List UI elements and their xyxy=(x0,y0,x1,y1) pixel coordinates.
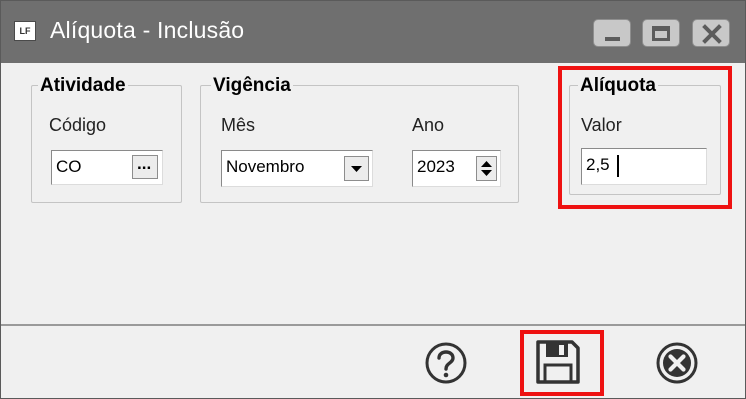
ellipsis-icon: ... xyxy=(137,154,152,173)
form-area: Atividade Código CO ... Vigência Mês Nov… xyxy=(1,63,745,324)
spin-arrows-icon xyxy=(481,161,492,176)
title-bar[interactable]: LF Alíquota - Inclusão xyxy=(1,1,745,63)
footer-toolbar xyxy=(1,324,745,398)
atividade-group-title: Atividade xyxy=(38,75,128,97)
codigo-value: CO xyxy=(56,157,82,176)
minimize-button[interactable] xyxy=(593,19,631,47)
vigencia-group: Vigência Mês Novembro Ano 2023 xyxy=(200,75,519,203)
save-highlight xyxy=(520,330,604,396)
cancel-button[interactable] xyxy=(654,340,700,386)
help-button[interactable] xyxy=(423,340,469,386)
mes-label: Mês xyxy=(221,115,256,135)
ano-spinner[interactable]: 2023 xyxy=(412,150,501,187)
maximize-button[interactable] xyxy=(642,19,680,47)
atividade-group: Atividade Código CO ... xyxy=(31,75,182,203)
cancel-icon xyxy=(656,342,698,384)
mes-dropdown-button[interactable] xyxy=(344,156,369,181)
close-icon xyxy=(702,24,722,44)
ano-label: Ano xyxy=(412,115,445,135)
codigo-label: Código xyxy=(49,115,107,135)
app-icon: LF xyxy=(14,21,36,41)
close-button[interactable] xyxy=(692,19,730,47)
maximize-icon xyxy=(652,26,670,41)
help-icon xyxy=(425,342,467,384)
aliquota-highlight xyxy=(558,66,732,209)
mes-select[interactable]: Novembro xyxy=(221,150,373,187)
dialog-window: LF Alíquota - Inclusão Atividade Código … xyxy=(0,0,746,399)
window-title: Alíquota - Inclusão xyxy=(50,17,245,43)
minimize-icon xyxy=(605,37,620,41)
ano-spin-buttons[interactable] xyxy=(476,156,497,181)
vigencia-group-title: Vigência xyxy=(211,75,293,97)
codigo-field[interactable]: CO ... xyxy=(51,150,163,185)
chevron-down-icon xyxy=(351,166,362,172)
codigo-lookup-button[interactable]: ... xyxy=(132,154,158,179)
ano-value: 2023 xyxy=(417,157,455,176)
mes-value: Novembro xyxy=(226,157,305,176)
